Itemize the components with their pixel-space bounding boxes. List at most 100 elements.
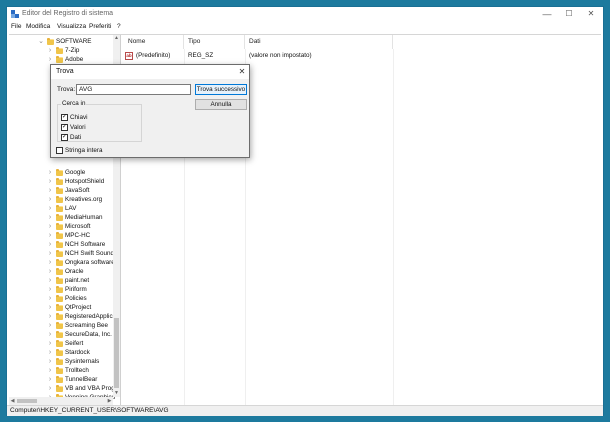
folder-icon xyxy=(56,384,63,392)
tree-item[interactable]: › Microsoft xyxy=(47,222,91,231)
tree-item[interactable]: › Stardock xyxy=(47,348,90,357)
value-type: REG_SZ xyxy=(188,52,214,59)
status-path: Computer\HKEY_CURRENT_USER\SOFTWARE\AVG xyxy=(10,407,169,414)
tree-item[interactable]: › Screaming Bee xyxy=(47,321,108,330)
chevron-right-icon[interactable]: › xyxy=(47,195,53,204)
hscroll-thumb[interactable] xyxy=(17,399,37,403)
folder-icon xyxy=(56,231,63,239)
chevron-right-icon[interactable]: › xyxy=(47,366,53,375)
search-in-label: Cerca in xyxy=(61,100,87,107)
keys-checkbox[interactable]: ✓ xyxy=(61,113,68,121)
chevron-right-icon[interactable]: › xyxy=(47,213,53,222)
tree-item[interactable]: › Google xyxy=(47,168,85,177)
tree-item[interactable]: › SecureData, Inc. xyxy=(47,330,112,339)
search-in-group: Cerca in ✓ Chiavi ✓ Valori ✓ Dati xyxy=(57,100,142,142)
find-label: Trova: xyxy=(57,86,76,93)
chevron-right-icon[interactable]: › xyxy=(47,312,53,321)
chevron-right-icon[interactable]: › xyxy=(47,321,53,330)
option-whole-string[interactable]: Stringa intera xyxy=(56,146,102,154)
option-values[interactable]: ✓ Valori xyxy=(61,123,86,131)
values-checkbox[interactable]: ✓ xyxy=(61,123,68,131)
tree-item[interactable]: › Kreatives.org xyxy=(47,195,102,204)
menu-preferiti[interactable]: Preferiti xyxy=(89,23,111,30)
tree-item[interactable]: › Seifert xyxy=(47,339,83,348)
tree-item[interactable]: › RegisteredApplica xyxy=(47,312,116,321)
tree-item[interactable]: › MediaHuman xyxy=(47,213,102,222)
scroll-right-icon[interactable]: ▶ xyxy=(106,397,113,405)
menu-file[interactable]: File xyxy=(11,23,21,30)
chevron-right-icon[interactable]: › xyxy=(47,177,53,186)
column-header-data[interactable]: Dati xyxy=(245,35,393,49)
chevron-right-icon[interactable]: › xyxy=(47,168,53,177)
chevron-right-icon[interactable]: › xyxy=(47,55,53,64)
tree-item[interactable]: › VB and VBA Progr xyxy=(47,384,117,393)
find-input[interactable] xyxy=(76,84,191,95)
tree-item[interactable]: › 7-Zip xyxy=(47,46,79,55)
chevron-right-icon[interactable]: › xyxy=(47,294,53,303)
tree-item[interactable]: › Ongkara software xyxy=(47,258,115,267)
chevron-right-icon[interactable]: › xyxy=(47,276,53,285)
dialog-close-icon[interactable]: ✕ xyxy=(237,66,247,78)
tree-item[interactable]: › MPC-HC xyxy=(47,231,90,240)
scroll-down-icon[interactable]: ▼ xyxy=(113,390,120,397)
tree-item[interactable]: › QtProject xyxy=(47,303,91,312)
registry-app-icon xyxy=(11,10,19,18)
tree-item[interactable]: › NCH Software xyxy=(47,240,105,249)
chevron-right-icon[interactable]: › xyxy=(47,222,53,231)
chevron-right-icon[interactable]: › xyxy=(47,267,53,276)
scroll-left-icon[interactable]: ◀ xyxy=(9,397,16,405)
close-button[interactable]: ✕ xyxy=(580,7,602,22)
chevron-right-icon[interactable]: › xyxy=(47,348,53,357)
scroll-thumb[interactable] xyxy=(114,318,119,388)
chevron-right-icon[interactable]: › xyxy=(47,231,53,240)
scroll-up-icon[interactable]: ▲ xyxy=(113,35,120,42)
tree-item[interactable]: › paint.net xyxy=(47,276,89,285)
tree-item[interactable]: › Trolltech xyxy=(47,366,89,375)
folder-icon xyxy=(56,357,63,365)
whole-string-checkbox[interactable] xyxy=(56,146,63,154)
chevron-right-icon[interactable]: › xyxy=(47,357,53,366)
tree-item[interactable]: › Adobe xyxy=(47,55,83,64)
column-header-type[interactable]: Tipo xyxy=(184,35,245,49)
chevron-right-icon[interactable]: › xyxy=(47,375,53,384)
tree-item[interactable]: › JavaSoft xyxy=(47,186,90,195)
value-row-default[interactable]: ab (Predefinito) REG_SZ (valore non impo… xyxy=(122,51,602,61)
chevron-down-icon[interactable]: ⌄ xyxy=(38,37,44,46)
chevron-right-icon[interactable]: › xyxy=(47,249,53,258)
tree-horizontal-scrollbar[interactable]: ◀ ▶ xyxy=(9,397,113,405)
data-checkbox[interactable]: ✓ xyxy=(61,133,68,141)
tree-item[interactable]: › TunnelBear xyxy=(47,375,97,384)
tree-item[interactable]: › LAV xyxy=(47,204,76,213)
chevron-right-icon[interactable]: › xyxy=(47,240,53,249)
tree-item[interactable]: › NCH Swift Sound xyxy=(47,249,114,258)
find-next-button[interactable]: Trova successivo xyxy=(195,84,247,95)
chevron-right-icon[interactable]: › xyxy=(47,303,53,312)
menu-bar: File Modifica Visualizza Preferiti ? xyxy=(7,22,603,33)
chevron-right-icon[interactable]: › xyxy=(47,285,53,294)
tree-item[interactable]: › Oracle xyxy=(47,267,84,276)
tree-item[interactable]: › HotspotShield xyxy=(47,177,104,186)
menu-help[interactable]: ? xyxy=(117,23,121,30)
chevron-right-icon[interactable]: › xyxy=(47,339,53,348)
option-keys[interactable]: ✓ Chiavi xyxy=(61,113,88,121)
folder-icon xyxy=(56,213,63,221)
menu-visualizza[interactable]: Visualizza xyxy=(57,23,86,30)
tree-item-software[interactable]: ⌄ SOFTWARE xyxy=(38,37,91,46)
chevron-right-icon[interactable]: › xyxy=(47,46,53,55)
chevron-right-icon[interactable]: › xyxy=(47,204,53,213)
tree-item[interactable]: › Policies xyxy=(47,294,87,303)
find-dialog: Trova ✕ Trova: Trova successivo Annulla … xyxy=(50,64,250,158)
minimize-button[interactable]: — xyxy=(536,7,558,22)
column-header-name[interactable]: Nome xyxy=(124,35,184,49)
tree-item[interactable]: › Piriform xyxy=(47,285,87,294)
chevron-right-icon[interactable]: › xyxy=(47,330,53,339)
cancel-button[interactable]: Annulla xyxy=(195,99,247,110)
option-data[interactable]: ✓ Dati xyxy=(61,133,81,141)
maximize-button[interactable]: ☐ xyxy=(558,7,580,22)
chevron-right-icon[interactable]: › xyxy=(47,384,53,393)
tree-item[interactable]: › Sysinternals xyxy=(47,357,99,366)
value-data: (valore non impostato) xyxy=(249,52,312,59)
chevron-right-icon[interactable]: › xyxy=(47,258,53,267)
menu-modifica[interactable]: Modifica xyxy=(26,23,50,30)
chevron-right-icon[interactable]: › xyxy=(47,186,53,195)
